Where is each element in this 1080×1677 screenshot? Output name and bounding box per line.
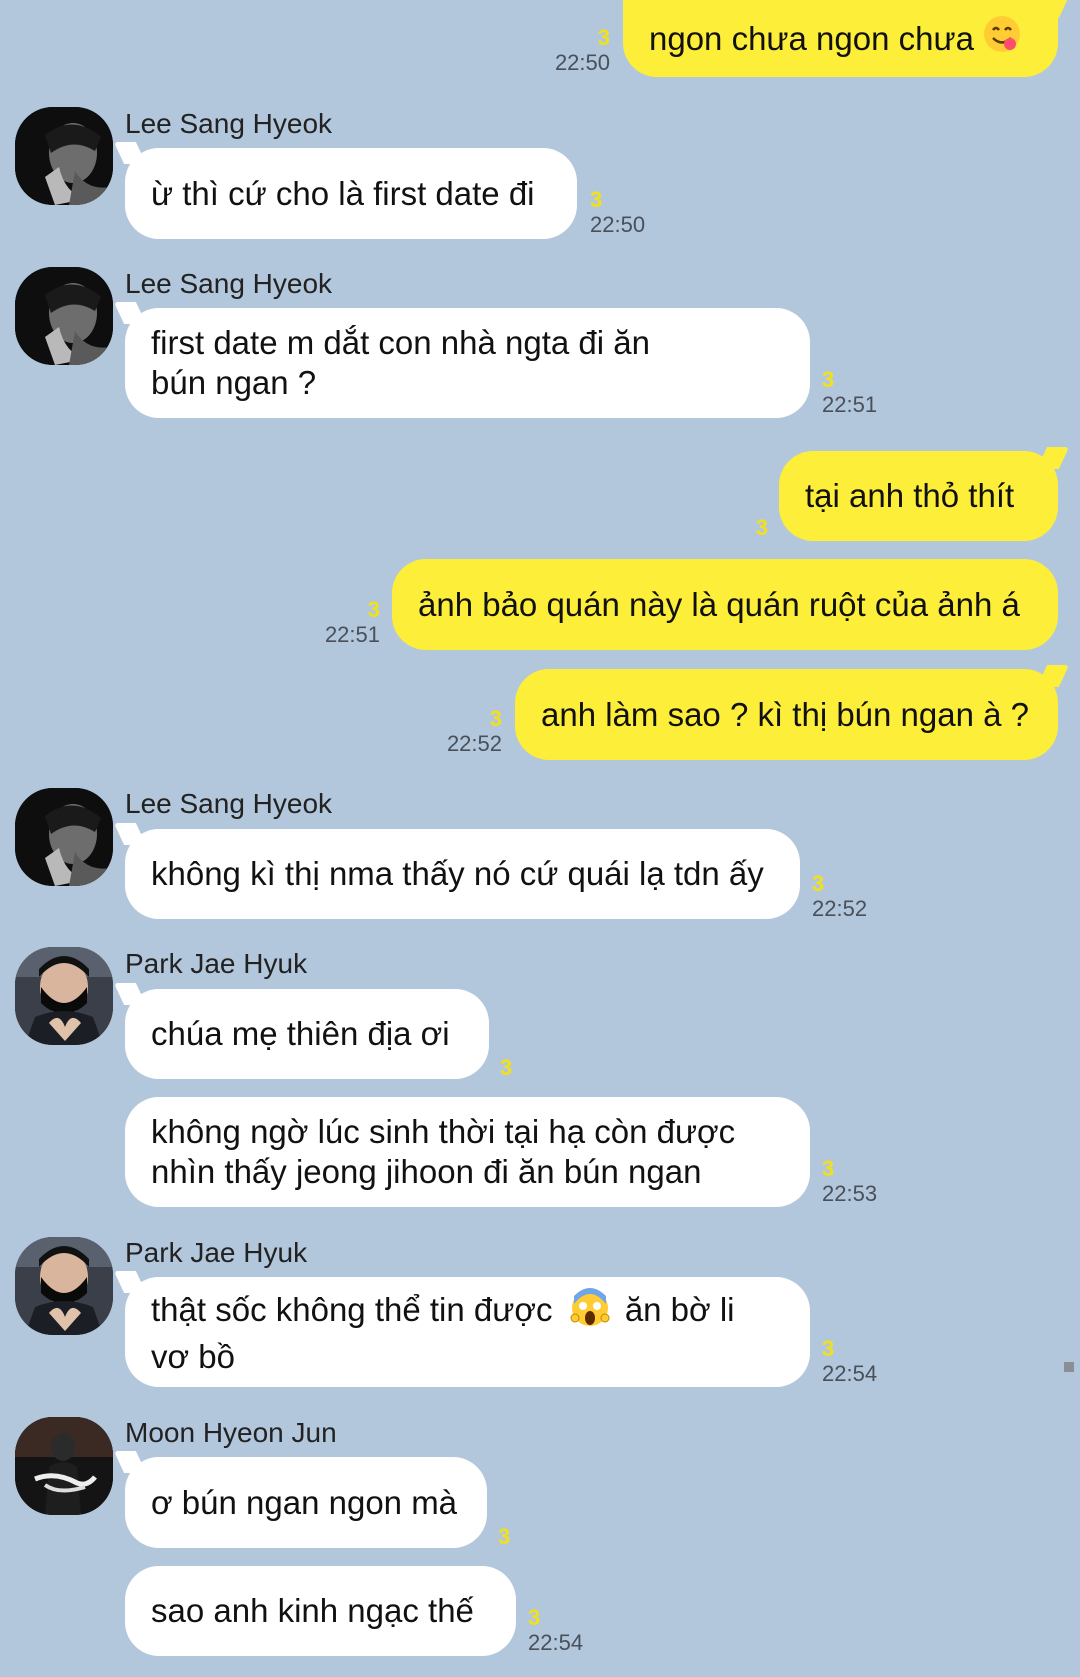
message-text: không kì thị nma thấy nó cứ quái lạ tdn … xyxy=(151,855,764,892)
avatar[interactable] xyxy=(15,107,113,205)
message-meta: 3 22:52 xyxy=(420,707,502,757)
message-text: ừ thì cứ cho là first date đi xyxy=(151,174,535,212)
profile-photo-icon xyxy=(15,947,113,1045)
unread-count: 3 xyxy=(489,706,502,731)
sender-name: Lee Sang Hyeok xyxy=(125,108,333,139)
incoming-message-bubble[interactable]: không ngờ lúc sinh thời tại hạ còn được … xyxy=(125,1097,810,1207)
incoming-message-bubble[interactable]: thật sốc không thể tin được ăn bờ li vơ … xyxy=(125,1277,810,1387)
incoming-message-bubble[interactable]: chúa mẹ thiên địa ơi xyxy=(125,989,489,1079)
message-time: 22:52 xyxy=(812,896,868,921)
unread-count: 3 xyxy=(528,1605,541,1630)
message-time: 22:51 xyxy=(822,392,878,417)
message-text: ơ bún ngan ngon mà xyxy=(151,1483,458,1521)
incoming-message-bubble[interactable]: ơ bún ngan ngon mà xyxy=(125,1457,487,1548)
savoring-food-emoji-icon xyxy=(982,14,1022,63)
incoming-message-bubble[interactable]: sao anh kinh ngạc thế xyxy=(125,1566,516,1656)
message-time: 22:53 xyxy=(822,1181,878,1206)
unread-count: 3 xyxy=(822,1336,835,1361)
message-time: 22:52 xyxy=(446,731,502,756)
message-text: ngon chưa ngon chưa xyxy=(649,19,974,57)
message-text-part: thật sốc không thể tin được xyxy=(151,1290,553,1328)
profile-photo-icon xyxy=(15,107,113,205)
screaming-face-emoji-icon xyxy=(570,1287,610,1337)
message-text: chúa mẹ thiên địa ơi xyxy=(151,1015,450,1052)
profile-photo-icon xyxy=(15,267,113,365)
avatar[interactable] xyxy=(15,267,113,365)
sender-name: Moon Hyeon Jun xyxy=(125,1417,337,1448)
message-text: không ngờ lúc sinh thời tại hạ còn được … xyxy=(151,1113,736,1190)
message-meta: 3 22:54 xyxy=(822,1337,877,1387)
outgoing-message-bubble[interactable]: anh làm sao ? kì thị bún ngan à ? xyxy=(515,669,1058,760)
avatar[interactable] xyxy=(15,947,113,1045)
incoming-message-bubble[interactable]: first date m dắt con nhà ngta đi ăn bún … xyxy=(125,308,810,418)
message-meta: 3 22:50 xyxy=(590,188,645,238)
message-text: sao anh kinh ngạc thế xyxy=(151,1592,474,1629)
message-meta: 3 22:54 xyxy=(528,1606,583,1656)
unread-count: 3 xyxy=(822,1156,835,1181)
message-time: 22:54 xyxy=(528,1630,584,1655)
message-meta: 3 22:53 xyxy=(822,1157,877,1207)
message-meta: 3 xyxy=(500,1056,512,1080)
message-time: 22:50 xyxy=(554,50,610,75)
outgoing-message-bubble[interactable]: ảnh bảo quán này là quán ruột của ảnh á xyxy=(392,559,1058,650)
outgoing-message-bubble[interactable]: tại anh thỏ thít xyxy=(779,451,1058,541)
message-meta: 3 22:51 xyxy=(822,368,877,418)
message-text: anh làm sao ? kì thị bún ngan à ? xyxy=(541,695,1030,733)
scrollbar-thumb[interactable] xyxy=(1064,1362,1074,1372)
incoming-message-bubble[interactable]: không kì thị nma thấy nó cứ quái lạ tdn … xyxy=(125,829,800,919)
unread-count: 3 xyxy=(590,187,603,212)
unread-count: 3 xyxy=(498,1524,511,1549)
unread-count: 3 xyxy=(822,367,835,392)
sender-name: Park Jae Hyuk xyxy=(125,948,308,979)
profile-photo-icon xyxy=(15,1417,113,1515)
sender-name: Lee Sang Hyeok xyxy=(125,788,333,819)
unread-count: 3 xyxy=(755,515,768,540)
incoming-message-bubble[interactable]: ừ thì cứ cho là first date đi xyxy=(125,148,577,239)
message-meta: 3 22:52 xyxy=(812,872,867,922)
sender-name: Lee Sang Hyeok xyxy=(125,268,333,299)
message-meta: 3 xyxy=(690,516,768,540)
outgoing-message-bubble[interactable]: ngon chưa ngon chưa xyxy=(623,0,1058,77)
message-text: first date m dắt con nhà ngta đi ăn bún … xyxy=(151,324,650,401)
unread-count: 3 xyxy=(597,25,610,50)
message-meta: 3 xyxy=(498,1525,510,1549)
unread-count: 3 xyxy=(500,1055,513,1080)
avatar[interactable] xyxy=(15,788,113,886)
message-time: 22:54 xyxy=(822,1361,878,1386)
message-time: 22:50 xyxy=(590,212,646,237)
unread-count: 3 xyxy=(367,597,380,622)
profile-photo-icon xyxy=(15,788,113,886)
message-text: tại anh thỏ thít xyxy=(805,477,1015,514)
unread-count: 3 xyxy=(812,871,825,896)
message-time: 22:51 xyxy=(324,622,380,647)
message-text: thật sốc không thể tin được ăn bờ li vơ … xyxy=(151,1287,781,1377)
message-meta: 3 22:51 xyxy=(300,598,380,648)
avatar[interactable] xyxy=(15,1237,113,1335)
message-meta: 3 22:50 xyxy=(520,26,610,76)
profile-photo-icon xyxy=(15,1237,113,1335)
message-text: ảnh bảo quán này là quán ruột của ảnh á xyxy=(418,585,1020,623)
sender-name: Park Jae Hyuk xyxy=(125,1237,308,1268)
avatar[interactable] xyxy=(15,1417,113,1515)
